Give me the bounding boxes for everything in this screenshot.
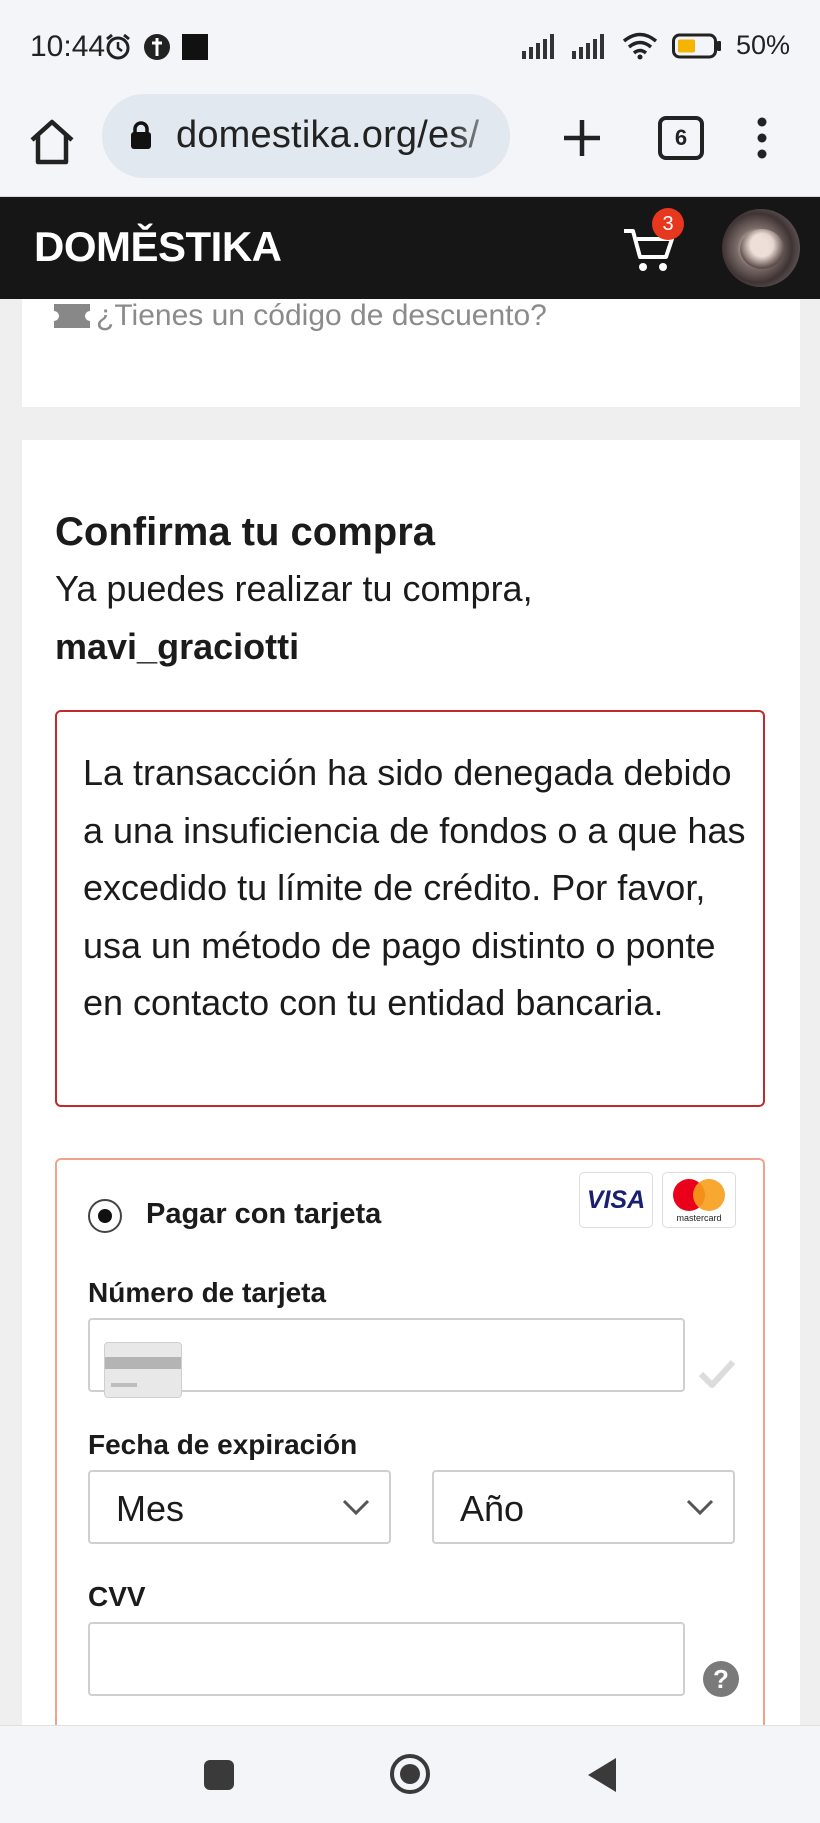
status-icons-left: [103, 32, 209, 62]
domestika-logo[interactable]: DOMĚSTIKA: [34, 223, 282, 271]
cart-count-badge: 3: [652, 208, 684, 240]
signal-icon: [521, 33, 554, 59]
month-select[interactable]: Mes: [88, 1470, 391, 1544]
checkout-card: Confirma tu compra Ya puedes realizar tu…: [22, 440, 800, 1758]
expiration-label: Fecha de expiración: [88, 1429, 358, 1460]
battery-percent: 50%: [735, 30, 790, 60]
lock-icon: [131, 121, 151, 149]
system-nav-bar: [0, 1725, 820, 1823]
year-select[interactable]: Año: [432, 1470, 735, 1544]
browser-toolbar: domestika.org/es/ 6: [0, 90, 820, 197]
alarm-icon: [106, 33, 130, 60]
visa-logo: VISA: [579, 1172, 653, 1228]
payment-method-card: Pagar con tarjeta VISA mastercard Número…: [55, 1158, 765, 1758]
home-icon[interactable]: [26, 116, 78, 168]
back-button[interactable]: [584, 1756, 620, 1794]
page-title: Confirma tu compra: [55, 510, 436, 554]
status-time: 10:44: [30, 30, 106, 63]
wifi-icon: [622, 32, 658, 59]
battery-icon: [671, 33, 721, 58]
card-number-label: Número de tarjeta: [88, 1277, 327, 1308]
month-select-value: Mes: [116, 1488, 185, 1529]
username: mavi_graciotti: [55, 626, 300, 667]
page-subtitle: Ya puedes realizar tu compra,: [55, 568, 533, 609]
url-text: domestika.org/es/: [176, 114, 480, 156]
chevron-down-icon: [342, 1499, 370, 1516]
discount-link[interactable]: ¿Tienes un código de descuento?: [54, 299, 547, 333]
ticket-icon: [54, 304, 90, 328]
cvv-input[interactable]: [88, 1622, 685, 1696]
user-avatar[interactable]: [722, 209, 800, 287]
discount-card: ¿Tienes un código de descuento?: [22, 299, 800, 407]
status-icons-right: 50%: [521, 30, 790, 61]
credit-card-icon: [104, 1342, 182, 1398]
mastercard-logo: mastercard: [662, 1172, 736, 1228]
square-notification-icon: [182, 34, 208, 60]
tab-switcher-button[interactable]: 6: [658, 116, 704, 160]
chevron-down-icon: [686, 1499, 714, 1516]
discount-text: ¿Tienes un código de descuento?: [96, 299, 547, 332]
pay-with-card-radio[interactable]: [88, 1199, 122, 1233]
app-notification-icon: [144, 34, 170, 60]
recents-button[interactable]: [204, 1760, 234, 1790]
home-nav-button[interactable]: [388, 1752, 432, 1796]
new-tab-icon[interactable]: [556, 112, 608, 164]
card-number-input[interactable]: [88, 1318, 685, 1398]
error-alert: La transacción ha sido denegada debido a…: [55, 710, 765, 1107]
pay-with-card-label[interactable]: Pagar con tarjeta: [146, 1198, 381, 1231]
help-icon[interactable]: ?: [703, 1661, 739, 1697]
status-bar: 10:44 50%: [0, 0, 820, 90]
error-message: La transacción ha sido denegada debido a…: [83, 752, 746, 1023]
cvv-label: CVV: [88, 1581, 146, 1612]
site-header: DOMĚSTIKA 3: [0, 197, 820, 299]
year-select-value: Año: [460, 1488, 525, 1529]
more-options-icon[interactable]: [750, 112, 774, 164]
checkmark-icon: [698, 1359, 736, 1388]
signal-icon-2: [571, 33, 604, 59]
address-bar[interactable]: domestika.org/es/: [102, 94, 510, 178]
